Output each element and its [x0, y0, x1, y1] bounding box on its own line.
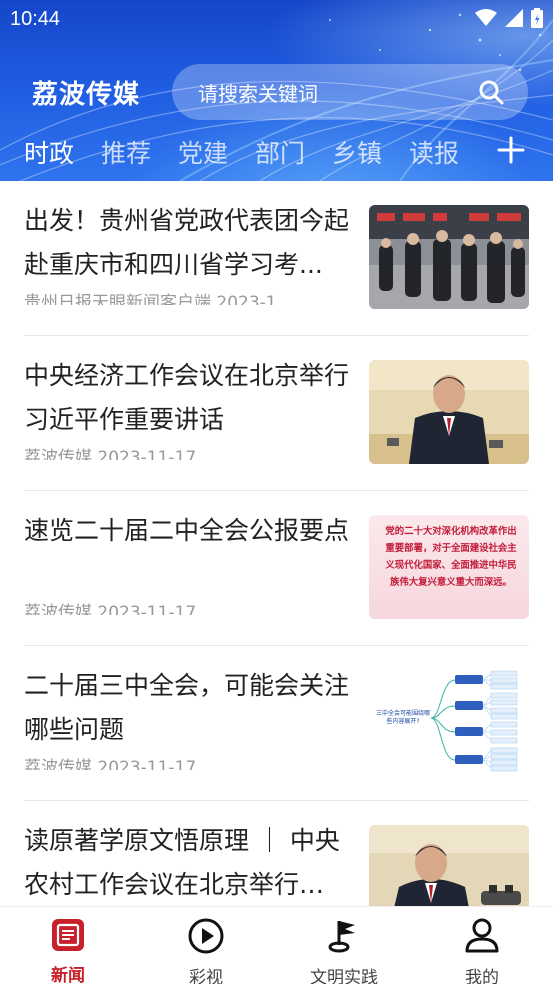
tab-shizheng[interactable]: 时政	[24, 134, 74, 170]
signal-icon	[505, 9, 523, 27]
tab-xiangzhen[interactable]: 乡镇	[332, 134, 382, 170]
thumbnail-caption: 党的二十大对深化机构改革作出重要部署，对于全面建设社会主义现代化国家、全面推进中…	[385, 526, 517, 588]
news-item[interactable]: 速览二十届二中全会公报要点 荔波传媒 2023-11-17 党的二十大对深化机构…	[24, 491, 529, 646]
tab-dangjian[interactable]: 党建	[178, 134, 228, 170]
news-thumbnail	[369, 825, 529, 906]
tab-tuijian[interactable]: 推荐	[101, 134, 151, 170]
news-meta-text: 荔波传媒 2023-11-17	[24, 603, 197, 615]
brand-logo: 荔波传媒	[32, 80, 141, 110]
wifi-icon	[475, 9, 497, 26]
nav-video-label: 彩视	[189, 968, 223, 984]
nav-video[interactable]: 彩视	[156, 917, 256, 984]
channel-tabs: 时政 推荐 党建 部门 乡镇 读报	[0, 128, 553, 178]
news-item[interactable]: 中央经济工作会议在北京举行习近平作重要讲话 荔波传媒 2023-11-17	[24, 336, 529, 491]
news-meta: 贵州日报天眼新闻客户端 2023-1	[24, 291, 344, 305]
news-item[interactable]: 二十届三中全会，可能会关注哪些问题 荔波传媒 2023-11-17 三中全会可能…	[24, 646, 529, 801]
status-bar: 10:44	[0, 0, 553, 40]
bottom-navigation: 新闻 彩视 文明实践 我的	[0, 906, 553, 984]
news-meta: 荔波传媒 2023-11-17	[24, 756, 344, 770]
status-time: 10:44	[10, 8, 61, 30]
news-title: 读原著学原文悟原理 ｜ 中央农村工作会议在北京举行 习...	[24, 826, 340, 899]
news-item[interactable]: 读原著学原文悟原理 ｜ 中央农村工作会议在北京举行 习...	[24, 801, 529, 906]
search-placeholder: 请搜索关键词	[198, 81, 318, 106]
news-meta: 荔波传媒 2023-11-17	[24, 446, 344, 460]
nav-civilization-practice[interactable]: 文明实践	[294, 917, 394, 984]
nav-news[interactable]: 新闻	[18, 917, 118, 984]
speaker-photo-image	[369, 360, 529, 464]
news-title: 出发！贵州省党政代表团今起赴重庆市和四川省学习考...	[24, 206, 349, 279]
nav-profile-label: 我的	[465, 968, 499, 984]
news-meta: 荔波传媒 2023-11-17	[24, 601, 344, 615]
news-icon	[52, 919, 84, 951]
flag-icon	[328, 921, 355, 953]
profile-icon	[465, 918, 499, 953]
tab-dubao[interactable]: 读报	[409, 134, 459, 170]
news-thumbnail	[369, 360, 529, 464]
search-icon[interactable]	[478, 79, 504, 105]
news-title: 二十届三中全会，可能会关注哪些问题	[24, 671, 349, 744]
tab-bumen[interactable]: 部门	[255, 134, 305, 170]
nav-news-label: 新闻	[51, 966, 85, 984]
speaker-photo-image	[369, 825, 529, 906]
news-meta-text: 荔波传媒 2023-11-17	[24, 758, 197, 770]
news-thumbnail	[369, 205, 529, 309]
header: 10:44 荔波传媒 请搜索关键词 时政 推荐 党建 部门 乡镇 读报	[0, 0, 553, 181]
news-thumbnail: 三中全会可能围绕哪些内容展开?	[369, 670, 529, 774]
news-list: 出发！贵州省党政代表团今起赴重庆市和四川省学习考... 贵州日报天眼新闻客户端 …	[0, 181, 553, 906]
news-item[interactable]: 出发！贵州省党政代表团今起赴重庆市和四川省学习考... 贵州日报天眼新闻客户端 …	[24, 181, 529, 336]
news-title: 速览二十届二中全会公报要点	[24, 516, 349, 545]
play-icon	[188, 918, 224, 954]
station-photo-image	[369, 205, 529, 309]
status-icons	[475, 8, 543, 28]
search-bar[interactable]: 请搜索关键词	[172, 64, 528, 120]
news-thumbnail: 党的二十大对深化机构改革作出重要部署，对于全面建设社会主义现代化国家、全面推进中…	[369, 515, 529, 619]
add-channel-icon[interactable]	[491, 128, 531, 174]
news-title: 中央经济工作会议在北京举行习近平作重要讲话	[24, 361, 349, 434]
nav-civilization-label: 文明实践	[310, 968, 378, 984]
battery-icon	[531, 8, 543, 28]
news-meta-text: 贵州日报天眼新闻客户端 2023-1	[24, 293, 277, 305]
nav-profile[interactable]: 我的	[432, 917, 532, 984]
mindmap-diagram	[430, 670, 518, 772]
news-meta-text: 荔波传媒 2023-11-17	[24, 448, 197, 460]
